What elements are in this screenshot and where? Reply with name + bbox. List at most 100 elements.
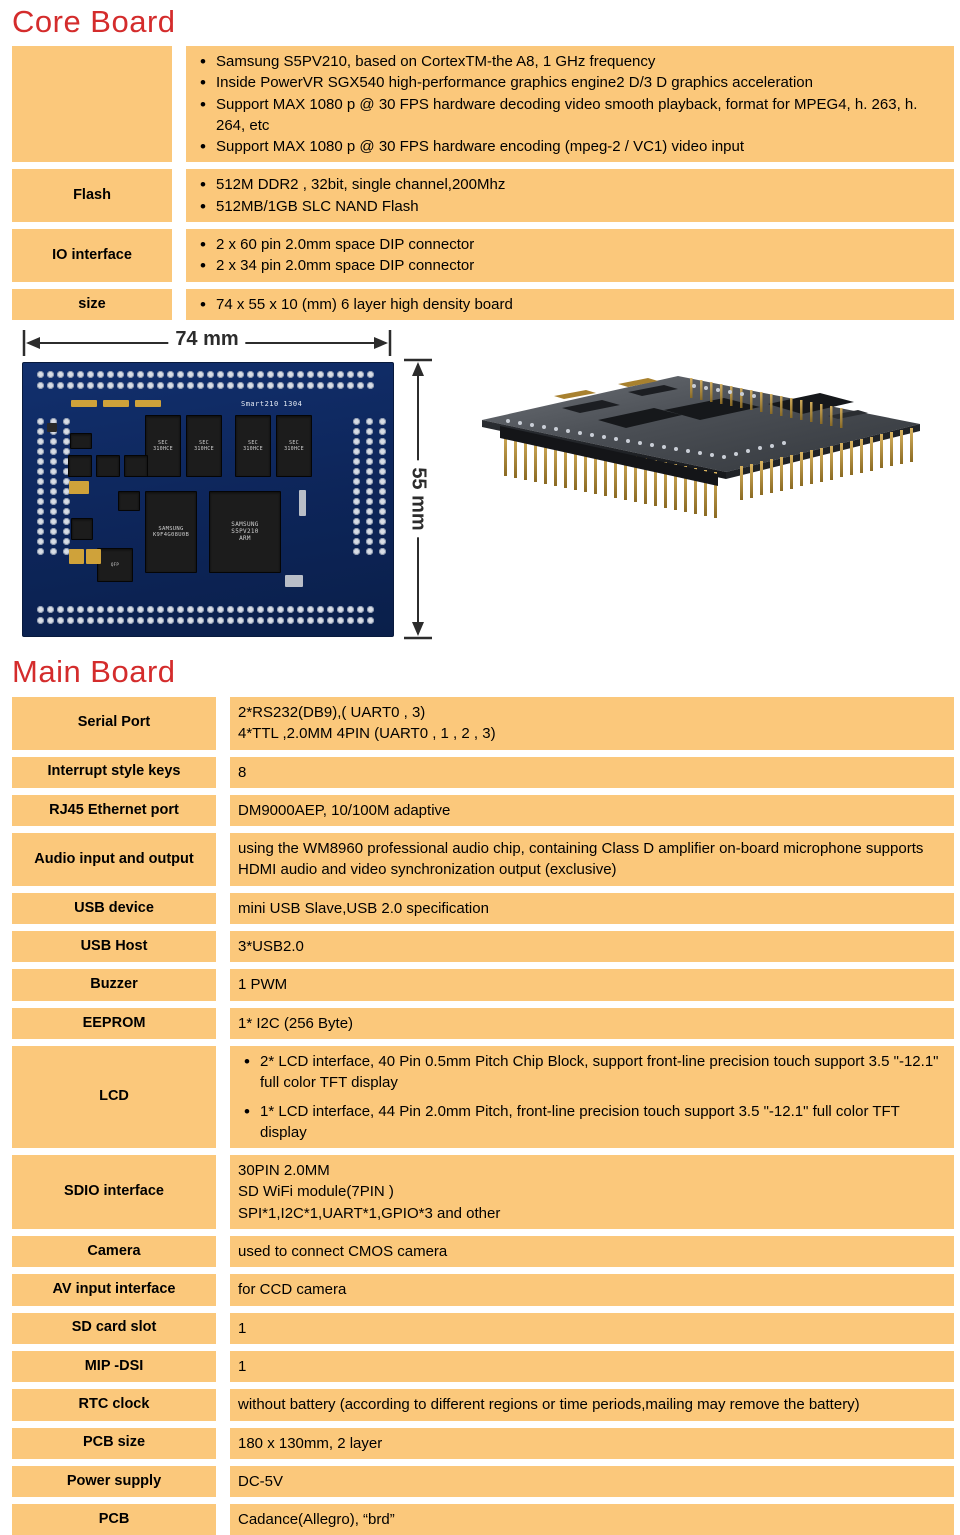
value-lines: using the WM8960 professional audio chip… (238, 838, 946, 881)
pcb-pad (366, 427, 373, 435)
spec-value-cell: 74 x 55 x 10 (mm) 6 layer high density b… (186, 288, 954, 320)
pcb-pad (50, 457, 57, 465)
pcb-pad (366, 457, 373, 465)
pcb-pad (379, 447, 386, 455)
column-gutter (216, 1236, 230, 1268)
pcb-pad (63, 427, 70, 435)
table-row: Camera used to connect CMOS camera (12, 1236, 954, 1268)
pcb-pad (353, 507, 360, 515)
ddr-chip-1: SEC 310HCE (145, 414, 181, 477)
column-gutter (216, 931, 230, 963)
value-line: 1* I2C (256 Byte) (238, 1014, 354, 1032)
pcb-pad (87, 381, 94, 389)
pcb-pad (207, 370, 214, 378)
table-row: Buzzer 1 PWM (12, 969, 954, 1001)
spec-value-cell: 2*RS232(DB9),( UART0 , 3) 4*TTL ,2.0MM 4P… (230, 696, 954, 750)
row-spacer (12, 1267, 954, 1275)
row-spacer (12, 885, 954, 893)
value-line: without battery (according to different … (238, 1396, 860, 1414)
spec-value-cell: 2 x 60 pin 2.0mm space DIP connector2 x … (186, 229, 954, 282)
pcb-pad (317, 605, 324, 613)
pcb-pad (337, 616, 344, 624)
pcb-pad (197, 381, 204, 389)
column-gutter (216, 756, 230, 788)
pcb-pad (227, 370, 234, 378)
pcb-pad (37, 507, 44, 515)
qfp-chip: QFP (97, 547, 133, 582)
pcb-pad (67, 616, 74, 624)
pcb-pad (50, 517, 57, 525)
small-ic-1 (70, 432, 92, 449)
row-spacer (12, 1497, 954, 1505)
pcb-pad (287, 370, 294, 378)
column-gutter (172, 288, 186, 320)
pcb-pad (353, 477, 360, 485)
pcb-pad (187, 370, 194, 378)
column-gutter (216, 1007, 230, 1039)
bullet-item: 512M DDR2 , 32bit, single channel,200Mhz (194, 173, 946, 197)
pcb-pad (366, 497, 373, 505)
pcb-pad (137, 616, 144, 624)
spec-label-cell: PCB size (12, 1427, 216, 1459)
value-lines: used to connect CMOS camera (238, 1241, 946, 1262)
tantalum-cap-2 (69, 548, 84, 564)
value-lines: 180 x 130mm, 2 layer (238, 1433, 946, 1454)
row-spacer (12, 1458, 954, 1466)
tantalum-cap-3 (86, 548, 101, 564)
resistor-array-3 (135, 399, 161, 407)
table-row: RTC clock without battery (according to d… (12, 1389, 954, 1421)
pcb-pad (67, 370, 74, 378)
pcb-pad (167, 370, 174, 378)
pcb-pad (167, 381, 174, 389)
pcb-pad (167, 616, 174, 624)
pcb-pad (327, 605, 334, 613)
height-dimension-label: 55 mm (406, 460, 430, 538)
spec-value-cell: without battery (according to different … (230, 1389, 954, 1421)
value-line: Cadance(Allegro), “brd” (238, 1511, 395, 1529)
pcb-pad (147, 616, 154, 624)
pcb-pad (353, 457, 360, 465)
tantalum-cap-1 (69, 480, 89, 494)
pcb-pad (57, 381, 64, 389)
value-line: using the WM8960 professional audio chip… (238, 840, 924, 879)
pcb-pad (47, 370, 54, 378)
spec-value-cell: mini USB Slave,USB 2.0 specification (230, 892, 954, 925)
pcb-pad (37, 437, 44, 445)
column-gutter (216, 1312, 230, 1344)
pcb-pad (107, 616, 114, 624)
pcb-pad (297, 605, 304, 613)
pcb-pad (227, 616, 234, 624)
pcb-pad (77, 381, 84, 389)
pcb-pad (50, 527, 57, 535)
spec-value-cell: DM9000AEP, 10/100M adaptive (230, 794, 954, 827)
width-dimension-label: 74 mm (168, 327, 246, 351)
pcb-pad (353, 527, 360, 535)
pcb-pad (63, 527, 70, 535)
column-gutter (172, 169, 186, 223)
pcb-pad (197, 616, 204, 624)
pcb-pad (47, 381, 54, 389)
inductor-3 (124, 454, 148, 477)
value-line: used to connect CMOS camera (238, 1243, 448, 1261)
pcb-pad (367, 616, 374, 624)
table-row: USB device mini USB Slave,USB 2.0 specifi… (12, 892, 954, 925)
pcb-pad (37, 547, 44, 555)
spec-label-cell: IO interface (12, 229, 172, 282)
pcb-pad (63, 447, 70, 455)
pcb-pad (77, 370, 84, 378)
row-spacer (12, 1343, 954, 1351)
value-line: DC-5V (238, 1472, 284, 1490)
column-gutter (216, 696, 230, 750)
table-row: USB Host 3*USB2.0 (12, 931, 954, 963)
pcb-pad (207, 616, 214, 624)
table-row: Interrupt style keys 8 (12, 756, 954, 788)
value-lines: without battery (according to different … (238, 1394, 946, 1415)
spec-label-cell (12, 46, 172, 163)
row-spacer (12, 222, 954, 230)
pcb-pad (197, 370, 204, 378)
pcb-pad (97, 381, 104, 389)
value-line: 1 PWM (238, 976, 288, 994)
pcb-pad (187, 381, 194, 389)
spec-value-cell: used to connect CMOS camera (230, 1236, 954, 1268)
value-lines: mini USB Slave,USB 2.0 specification (238, 898, 946, 919)
